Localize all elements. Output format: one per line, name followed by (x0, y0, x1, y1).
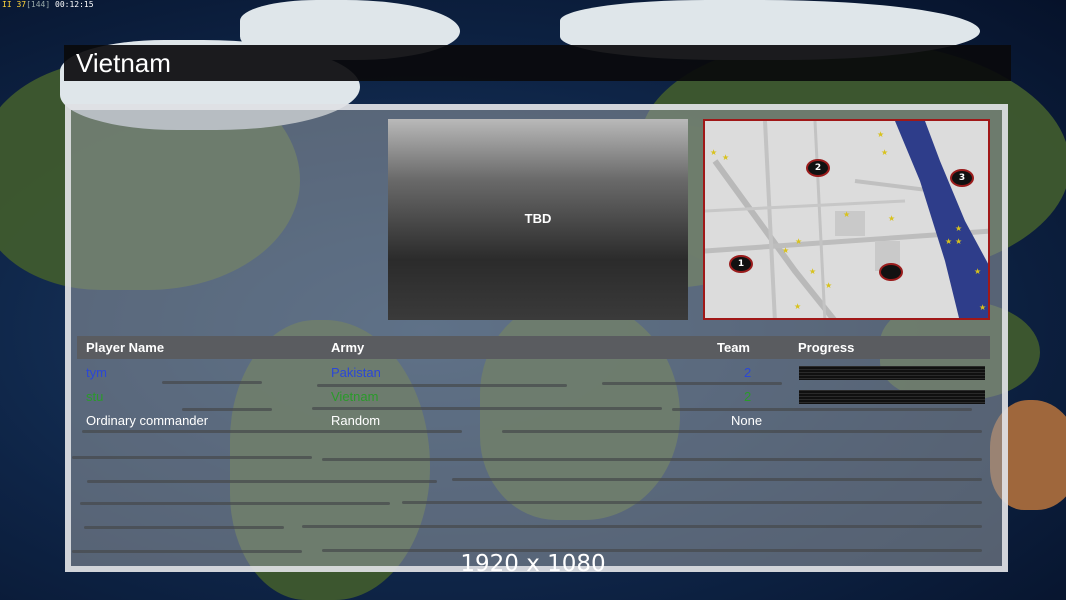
star-marker-icon: ★ (809, 267, 817, 276)
star-marker-icon: ★ (794, 302, 802, 311)
player-row: Ordinary commander Random None (77, 410, 990, 432)
star-marker-icon: ★ (955, 237, 963, 246)
player-army: Pakistan (331, 365, 381, 380)
player-team: 2 (744, 365, 752, 380)
player-name: Ordinary commander (86, 413, 209, 428)
player-name: stu (86, 389, 104, 404)
loading-progress-bar (799, 390, 985, 404)
player-army: Random (331, 413, 381, 428)
player-team: 2 (744, 389, 752, 404)
star-marker-icon: ★ (722, 153, 730, 162)
map-title: Vietnam (76, 48, 171, 78)
start-position-3: 3 (950, 169, 974, 187)
player-team: None (731, 413, 763, 428)
column-team: Team (717, 340, 750, 355)
star-marker-icon: ★ (795, 237, 803, 246)
start-position-1: 1 (729, 255, 753, 273)
map-preview-image: TBD (388, 119, 688, 320)
column-progress: Progress (798, 340, 855, 355)
column-army: Army (331, 340, 365, 355)
player-name: tym (86, 365, 107, 380)
preview-placeholder-text: TBD (524, 211, 552, 226)
player-army: Vietnam (331, 389, 379, 404)
star-marker-icon: ★ (877, 130, 885, 139)
star-marker-icon: ★ (955, 224, 963, 233)
star-marker-icon: ★ (710, 148, 718, 157)
star-marker-icon: ★ (888, 214, 896, 223)
column-player-name: Player Name (86, 340, 165, 355)
player-row: tym Pakistan 2 (77, 362, 990, 384)
minimap: 2 3 1 ★ ★ ★ ★ ★ ★ ★ ★ ★ ★ ★ ★ ★ ★ ★ ★ (703, 119, 990, 320)
loading-progress-bar (799, 366, 985, 380)
minimap-terrain (705, 121, 988, 318)
player-table-header: Player Name Army Team Progress (77, 336, 990, 359)
player-row: stu Vietnam 2 (77, 386, 990, 408)
star-marker-icon: ★ (945, 237, 953, 246)
star-marker-icon: ★ (974, 267, 982, 276)
resolution-label: 1920 x 1080 (460, 551, 606, 577)
star-marker-icon: ★ (782, 246, 790, 255)
map-title-bar: Vietnam (64, 45, 1011, 81)
debug-overlay: II 37[144] 00:12:15 (2, 0, 94, 9)
star-marker-icon: ★ (881, 148, 889, 157)
star-marker-icon: ★ (979, 303, 987, 312)
start-position-2: 2 (806, 159, 830, 177)
star-marker-icon: ★ (825, 281, 833, 290)
star-marker-icon: ★ (843, 210, 851, 219)
start-position-empty (879, 263, 903, 281)
